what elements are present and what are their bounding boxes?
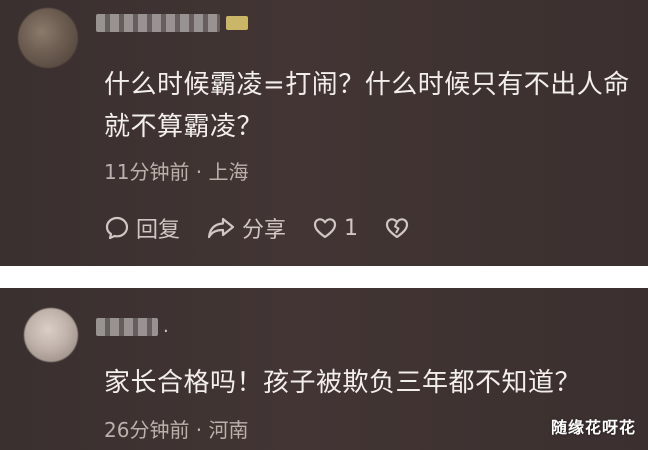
comment-meta: 26分钟前 · 河南 [104,418,249,442]
comment-actions: 回复 分享 1 [104,212,436,244]
reply-button[interactable]: 回复 [104,212,180,244]
comment-meta: 11分钟前 · 上海 [104,160,249,184]
dislike-button[interactable] [384,216,410,240]
reply-label: 回复 [136,218,181,243]
like-button[interactable]: 1 [312,216,358,241]
comment-card: 什么时候霸凌=打闹？什么时候只有不出人命 就不算霸凌？ 11分钟前 · 上海 回… [0,0,648,266]
user-badge-icon [226,16,248,30]
username-blurred[interactable] [96,318,158,336]
avatar[interactable] [18,8,78,68]
comment-bubble-icon [105,216,129,240]
comment-text: 什么时候霸凌=打闹？什么时候只有不出人命 就不算霸凌？ [104,64,634,148]
watermark: 随缘花呀花 [550,418,636,437]
comment-card: . 家长合格吗！孩子被欺负三年都不知道？ 26分钟前 · 河南 随缘花呀花 [0,288,648,450]
comment-text: 家长合格吗！孩子被欺负三年都不知道？ [104,368,582,398]
username-blurred[interactable] [96,14,220,32]
comment-text-line: 什么时候霸凌=打闹？什么时候只有不出人命 [104,70,630,100]
share-label: 分享 [242,218,287,243]
share-button[interactable]: 分享 [206,212,286,244]
heart-icon [313,218,337,239]
username-suffix: . [163,316,169,337]
like-count: 1 [344,215,359,241]
avatar[interactable] [24,308,78,362]
screenshot: 什么时候霸凌=打闹？什么时候只有不出人命 就不算霸凌？ 11分钟前 · 上海 回… [0,0,648,450]
share-arrow-icon [207,217,235,239]
broken-heart-icon [385,218,409,239]
comment-text-line: 就不算霸凌？ [104,112,264,142]
